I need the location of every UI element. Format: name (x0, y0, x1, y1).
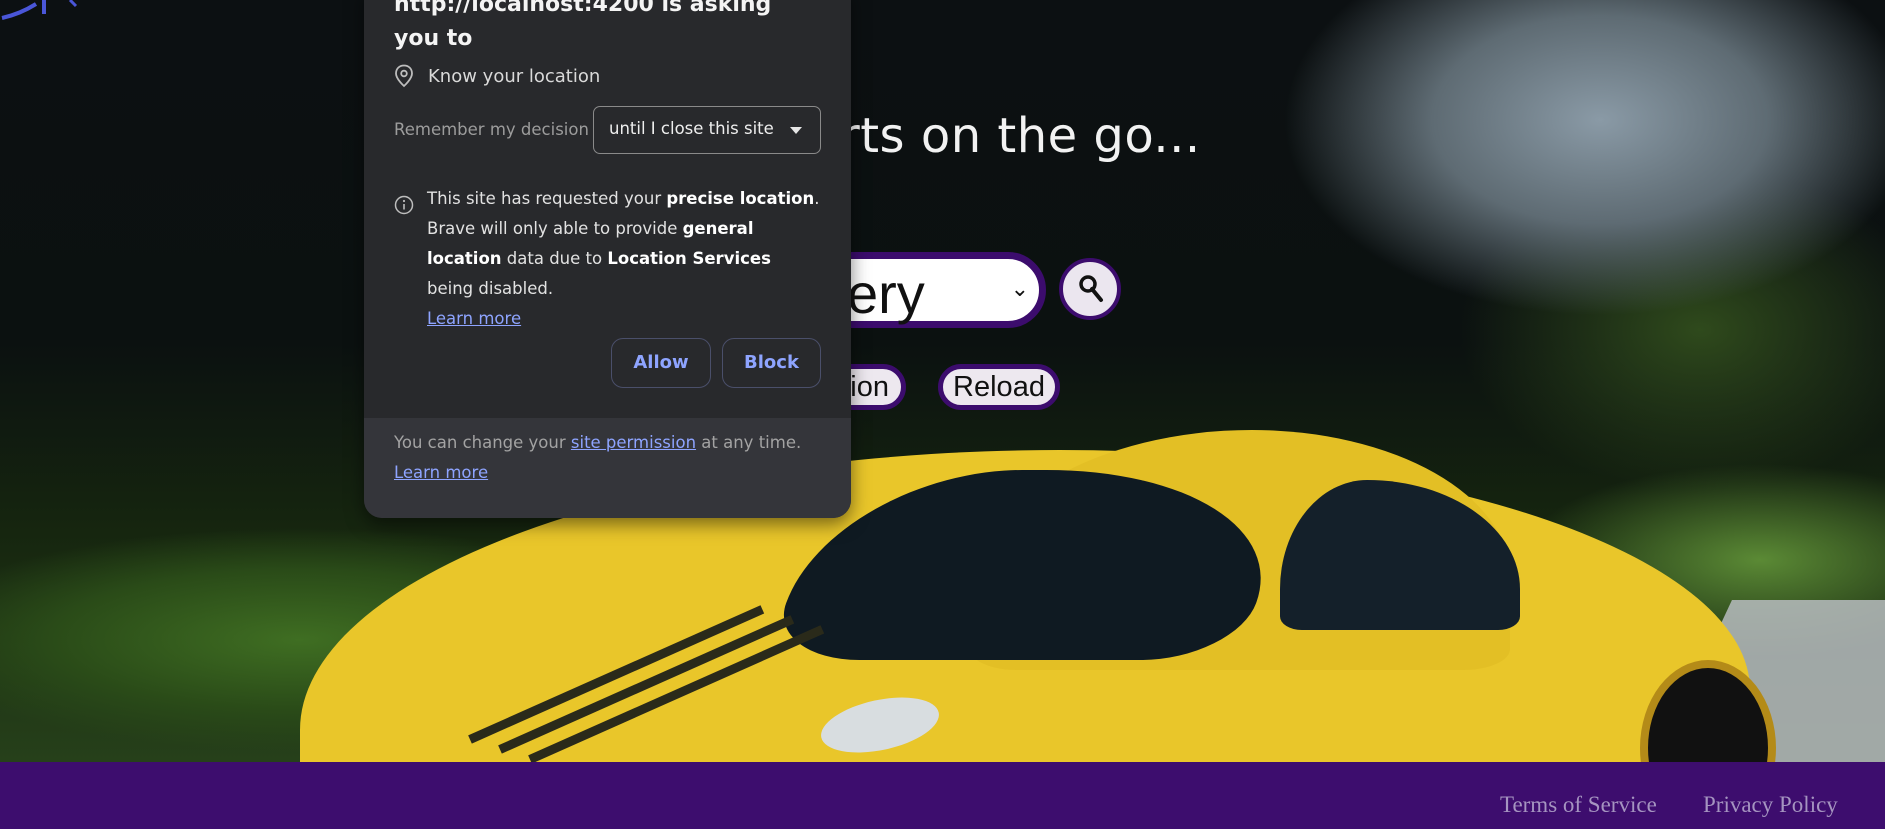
dialog-title: http://localhost:4200 is asking you to (394, 0, 772, 51)
info-text-part: data due to (501, 249, 608, 268)
remember-decision-value: until I close this site (609, 119, 774, 138)
info-text-bold: Location Services (607, 249, 771, 268)
terms-of-service-link[interactable]: Terms of Service (1500, 792, 1657, 818)
caret-down-icon (790, 127, 802, 134)
location-permission-dialog: http://localhost:4200 is asking you to K… (364, 0, 851, 518)
remember-decision-label: Remember my decision (394, 120, 589, 139)
site-permission-link[interactable]: site permission (571, 433, 696, 452)
search-button[interactable] (1059, 258, 1121, 320)
location-button-label: ion (850, 371, 889, 403)
chevron-down-icon: ⌄ (1010, 277, 1029, 302)
location-pin-icon (395, 64, 413, 88)
allow-button[interactable]: Allow (611, 338, 711, 388)
info-text-part: being disabled. (427, 279, 554, 298)
remember-decision-select[interactable]: until I close this site (593, 106, 821, 154)
hero-tagline: rts on the go... (840, 108, 1201, 164)
info-text-bold: precise location (666, 189, 815, 208)
logo-icon (1, 0, 78, 20)
reload-button[interactable]: Reload (938, 364, 1060, 410)
permission-label: Know your location (428, 65, 601, 87)
footer-text-part: at any time. (696, 433, 802, 452)
info-icon (394, 195, 414, 215)
footer-learn-more-link[interactable]: Learn more (394, 463, 488, 482)
permission-row: Know your location (394, 64, 600, 88)
dialog-footer: You can change your site permission at a… (364, 418, 851, 518)
block-button[interactable]: Block (722, 338, 821, 388)
footer-text-part: You can change your (394, 433, 571, 452)
category-select-value: ery (847, 262, 925, 325)
info-learn-more-link[interactable]: Learn more (427, 309, 521, 328)
privacy-policy-link[interactable]: Privacy Policy (1703, 792, 1838, 818)
precision-info-text: This site has requested your precise loc… (427, 184, 822, 334)
search-icon (1079, 275, 1103, 302)
dialog-footer-text: You can change your site permission at a… (394, 428, 824, 488)
info-text-part: This site has requested your (427, 189, 667, 208)
page-footer: Terms of Service Privacy Policy (0, 762, 1885, 829)
